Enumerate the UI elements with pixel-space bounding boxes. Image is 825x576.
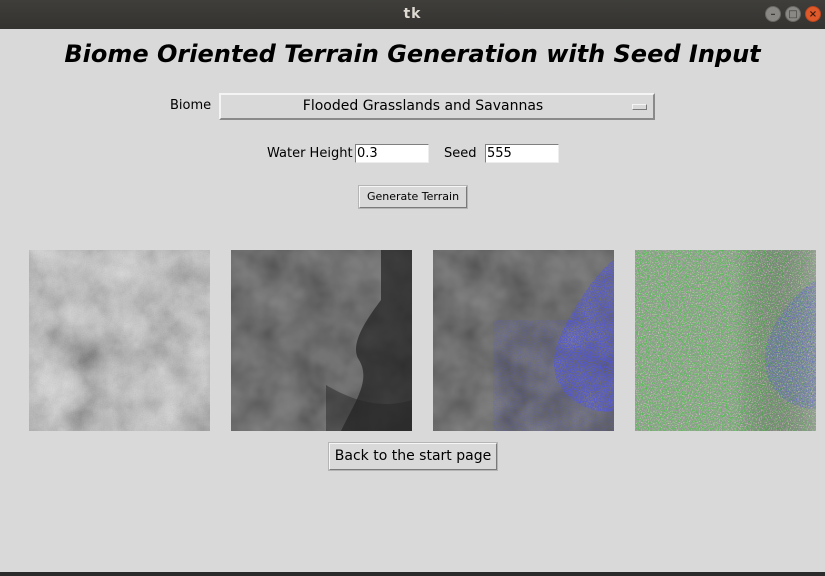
maximize-icon[interactable]: □ xyxy=(785,6,801,22)
biome-dropdown[interactable]: Flooded Grasslands and Savannas xyxy=(219,93,655,120)
biome-selected-value: Flooded Grasslands and Savannas xyxy=(302,98,544,114)
biome-color-image xyxy=(635,250,816,431)
heightmap-image xyxy=(29,250,210,431)
dropdown-indicator-icon xyxy=(632,104,647,110)
water-overlay-canvas xyxy=(433,250,614,431)
seed-input[interactable] xyxy=(485,144,559,163)
title-bar[interactable]: tk – □ × xyxy=(0,0,825,29)
app-window: tk – □ × Biome Oriented Terrain Generati… xyxy=(0,0,825,572)
minimize-icon[interactable]: – xyxy=(765,6,781,22)
biome-color-canvas xyxy=(635,250,816,431)
back-to-start-button[interactable]: Back to the start page xyxy=(329,443,497,470)
dark-heightmap-image xyxy=(231,250,412,431)
seed-label: Seed xyxy=(444,146,477,161)
water-overlay-image xyxy=(433,250,614,431)
background-terminal-strip xyxy=(0,572,825,576)
generate-terrain-button[interactable]: Generate Terrain xyxy=(359,186,467,208)
window-title: tk xyxy=(403,6,422,22)
dark-heightmap-canvas xyxy=(231,250,412,431)
biome-label: Biome xyxy=(170,98,212,113)
water-height-label: Water Height xyxy=(267,146,353,161)
close-icon[interactable]: × xyxy=(805,6,821,22)
water-height-input[interactable] xyxy=(355,144,429,163)
page-title: Biome Oriented Terrain Generation with S… xyxy=(64,40,761,68)
heightmap-canvas xyxy=(29,250,210,431)
